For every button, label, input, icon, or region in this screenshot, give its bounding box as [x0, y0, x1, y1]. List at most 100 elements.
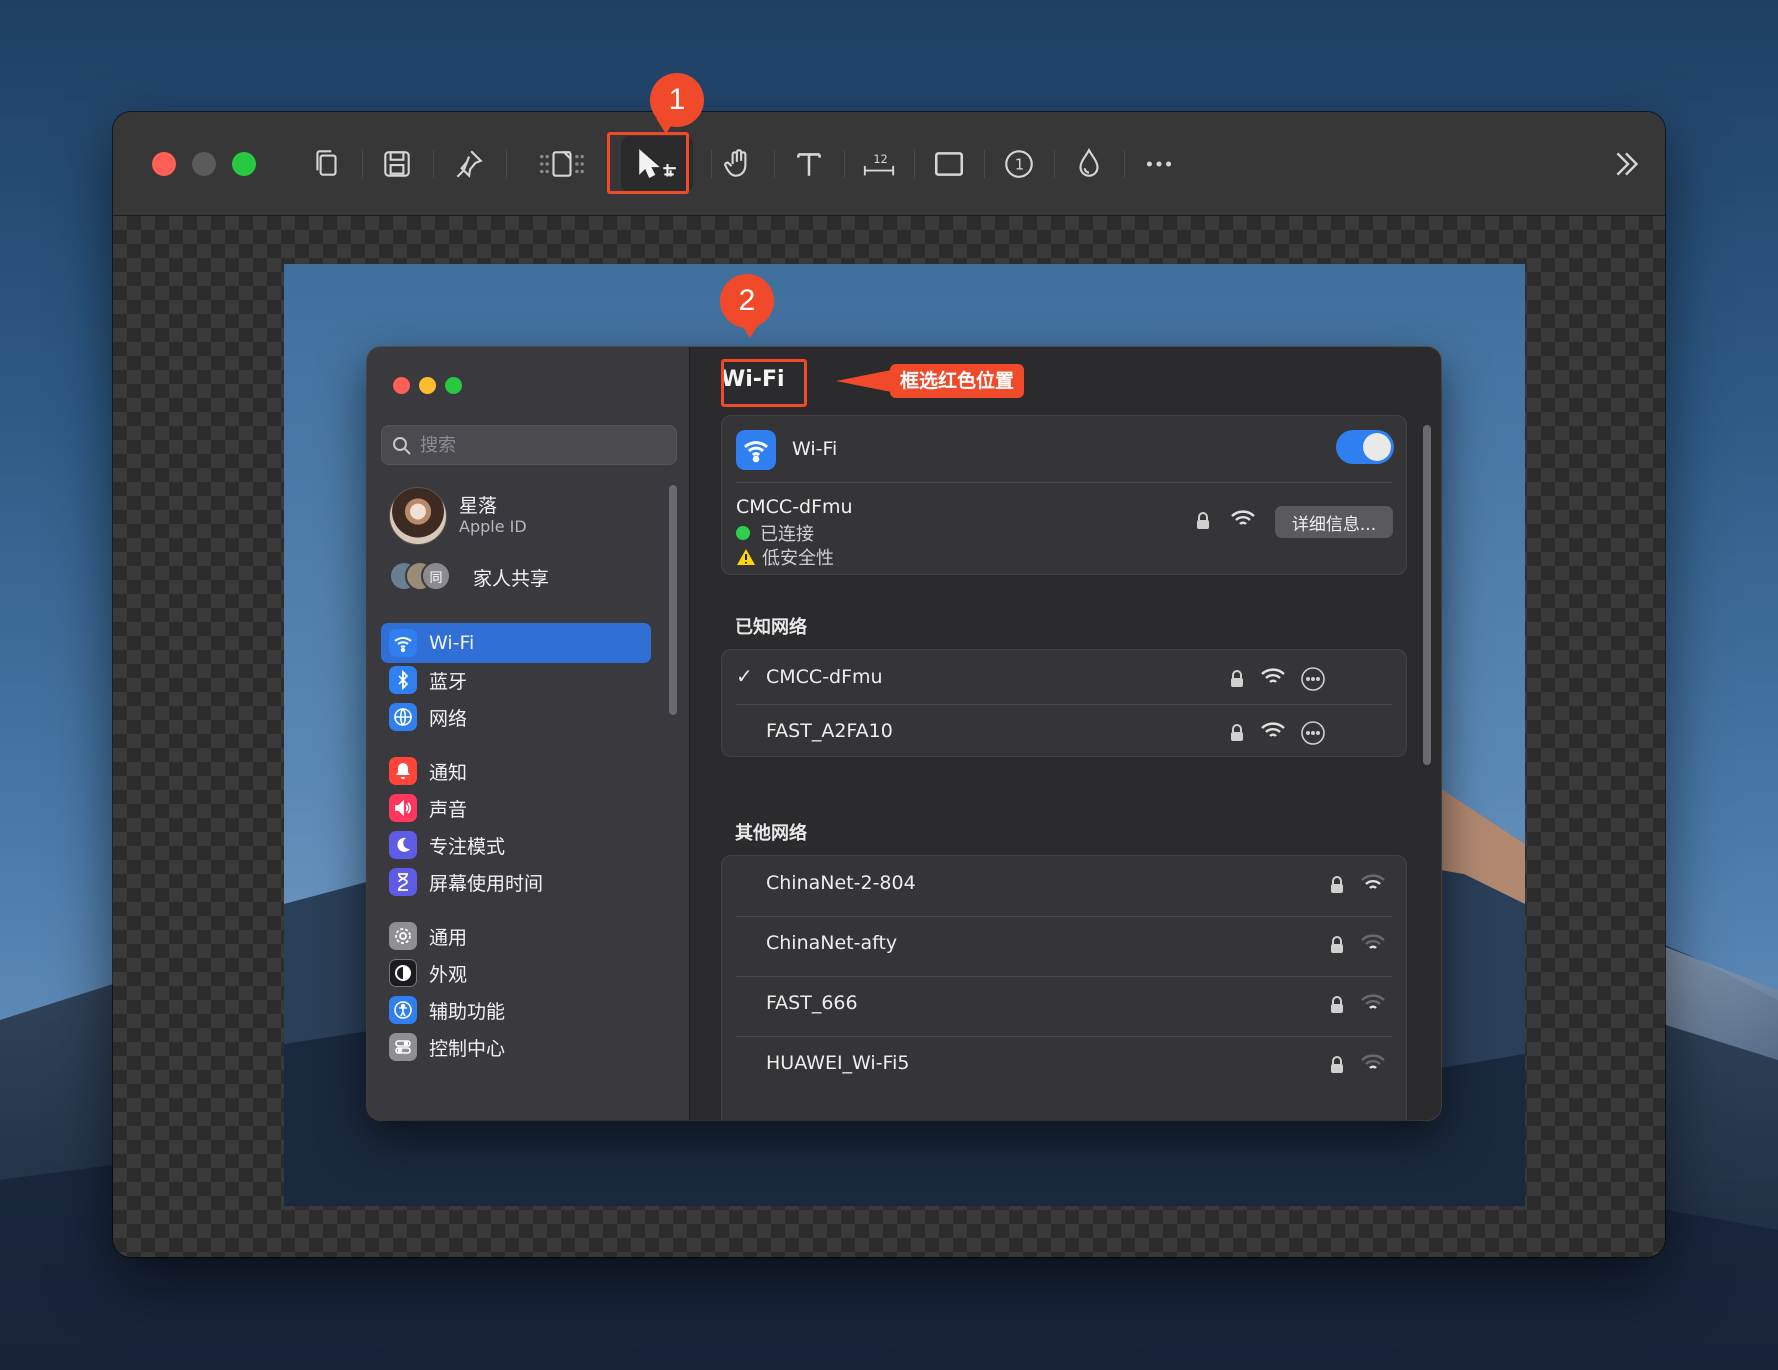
- wifi-signal-icon: [1361, 994, 1385, 1009]
- search-input[interactable]: [420, 426, 660, 464]
- svg-text:12: 12: [873, 152, 887, 166]
- list-item[interactable]: FAST_A2FA10: [722, 704, 1406, 764]
- captured-image: 星落 Apple ID 同 家人共享 Wi-Fi: [284, 264, 1525, 1206]
- rectangle-button[interactable]: [925, 140, 973, 188]
- connection-status-text: 已连接: [760, 524, 814, 545]
- network-name: ChinaNet-afty: [766, 932, 898, 954]
- settings-sidebar: 星落 Apple ID 同 家人共享 Wi-Fi: [367, 347, 690, 1120]
- sidebar-item-label: 蓝牙: [429, 670, 468, 693]
- system-settings-window: 星落 Apple ID 同 家人共享 Wi-Fi: [367, 347, 1441, 1120]
- callout-arrow: [836, 369, 896, 393]
- list-item[interactable]: ✓ CMCC-dFmu: [722, 650, 1406, 710]
- ruler-button[interactable]: 12: [855, 140, 903, 188]
- lock-icon: [1197, 512, 1209, 529]
- network-name: HUAWEI_Wi-Fi5: [766, 1052, 910, 1074]
- ruler-icon: 12: [863, 152, 895, 176]
- bluetooth-icon: [389, 666, 417, 694]
- minimize-button[interactable]: [192, 152, 216, 176]
- family-sharing[interactable]: 同 家人共享: [389, 559, 679, 593]
- sidebar-item-wifi[interactable]: Wi-Fi: [381, 623, 651, 663]
- settings-minimize-button[interactable]: [419, 377, 436, 394]
- hand-button[interactable]: [715, 140, 763, 188]
- wifi-signal-icon: [1361, 1054, 1385, 1069]
- lock-icon: [1231, 724, 1243, 741]
- sidebar-item-label: 声音: [429, 798, 468, 821]
- list-item[interactable]: HUAWEI_Wi-Fi5: [722, 1036, 1406, 1096]
- pin-button[interactable]: [444, 140, 492, 188]
- editor-toolbar: 12 1: [113, 112, 1665, 216]
- account-name: 星落: [459, 495, 498, 517]
- list-item[interactable]: FAST_666: [722, 976, 1406, 1036]
- settings-zoom-button[interactable]: [445, 377, 462, 394]
- connected-dot-icon: [736, 526, 750, 540]
- list-item[interactable]: ChinaNet-2-804: [722, 856, 1406, 916]
- details-button[interactable]: 详细信息...: [1275, 506, 1393, 538]
- callout-label: 框选红色位置: [890, 364, 1025, 398]
- sidebar-item-label: 外观: [429, 963, 468, 986]
- sidebar-item-screen-time[interactable]: 屏幕使用时间: [381, 862, 651, 902]
- security-warning-text: 低安全性: [762, 548, 834, 569]
- network-name: CMCC-dFmu: [766, 666, 883, 688]
- apple-id-account[interactable]: 星落 Apple ID: [389, 487, 679, 547]
- more-button[interactable]: [1135, 140, 1183, 188]
- main-scrollbar[interactable]: [1423, 425, 1431, 765]
- sidebar-item-network[interactable]: 网络: [381, 697, 651, 737]
- moon-icon: [389, 831, 417, 859]
- sidebar-item-sound[interactable]: 声音: [381, 788, 651, 828]
- control-center-icon: [389, 1033, 417, 1061]
- list-item[interactable]: ChinaNet-afty: [722, 916, 1406, 976]
- wifi-toggle[interactable]: [1336, 430, 1394, 464]
- wifi-status-card: Wi-Fi CMCC-dFmu 已连接 低安全性 详细信息...: [721, 415, 1407, 575]
- sidebar-item-label: Wi-Fi: [429, 632, 475, 654]
- wifi-settings-pane: Wi-Fi Wi-Fi CMCC-dFmu 已连接 低安全性 详细信息... 已…: [691, 347, 1441, 1120]
- save-button[interactable]: [373, 140, 421, 188]
- checkmark-icon: ✓: [736, 664, 753, 688]
- sidebar-item-notifications[interactable]: 通知: [381, 751, 651, 791]
- pin-icon: [456, 150, 483, 178]
- lock-icon: [1331, 1056, 1343, 1073]
- other-networks-title: 其他网络: [735, 823, 807, 844]
- save-icon: [384, 151, 410, 177]
- wifi-signal-icon: [1261, 722, 1285, 737]
- blur-button[interactable]: [1065, 140, 1113, 188]
- frame-icon: [540, 151, 584, 177]
- more-options-icon[interactable]: [1300, 666, 1326, 692]
- hourglass-icon: [389, 868, 417, 896]
- more-options-icon[interactable]: [1300, 720, 1326, 746]
- security-warning: 低安全性: [736, 544, 834, 570]
- search-field[interactable]: [381, 425, 677, 465]
- settings-close-button[interactable]: [393, 377, 410, 394]
- family-avatar: 同: [421, 561, 451, 591]
- copy-icon: [316, 150, 337, 176]
- known-networks-list: ✓ CMCC-dFmu FAST_A2FA10: [721, 649, 1407, 757]
- sidebar-item-focus[interactable]: 专注模式: [381, 825, 651, 865]
- expand-toolbar-button[interactable]: [1603, 140, 1651, 188]
- zoom-button[interactable]: [232, 152, 256, 176]
- bell-icon: [389, 757, 417, 785]
- highlight-box-title: [721, 359, 807, 407]
- screenshot-editor-window: 12 1 搜索 星落 Apple ID 同 家人共享 Wi-Fi 蓝牙 网络 通…: [113, 112, 1665, 1257]
- wifi-signal-icon: [1361, 874, 1385, 889]
- sidebar-item-accessibility[interactable]: 辅助功能: [381, 990, 651, 1030]
- copy-button[interactable]: [303, 140, 351, 188]
- text-button[interactable]: [785, 140, 833, 188]
- svg-text:1: 1: [1015, 155, 1024, 173]
- sidebar-item-appearance[interactable]: 外观: [381, 953, 651, 993]
- sidebar-item-label: 通知: [429, 761, 468, 784]
- warning-icon: [737, 549, 755, 565]
- wifi-signal-icon: [1261, 668, 1285, 683]
- lock-icon: [1331, 996, 1343, 1013]
- connection-status: 已连接: [736, 520, 814, 546]
- sidebar-item-label: 专注模式: [429, 835, 506, 858]
- sidebar-item-control-center[interactable]: 控制中心: [381, 1027, 651, 1067]
- sidebar-scrollbar[interactable]: [669, 485, 677, 715]
- sidebar-item-label: 辅助功能: [429, 1000, 506, 1023]
- counter-icon: 1: [1005, 150, 1033, 178]
- lock-icon: [1331, 936, 1343, 953]
- counter-button[interactable]: 1: [995, 140, 1043, 188]
- sidebar-item-general[interactable]: 通用: [381, 916, 651, 956]
- sidebar-item-bluetooth[interactable]: 蓝牙: [381, 660, 651, 700]
- step-badge-2: 2: [720, 274, 774, 328]
- frame-button[interactable]: [527, 140, 597, 188]
- close-button[interactable]: [152, 152, 176, 176]
